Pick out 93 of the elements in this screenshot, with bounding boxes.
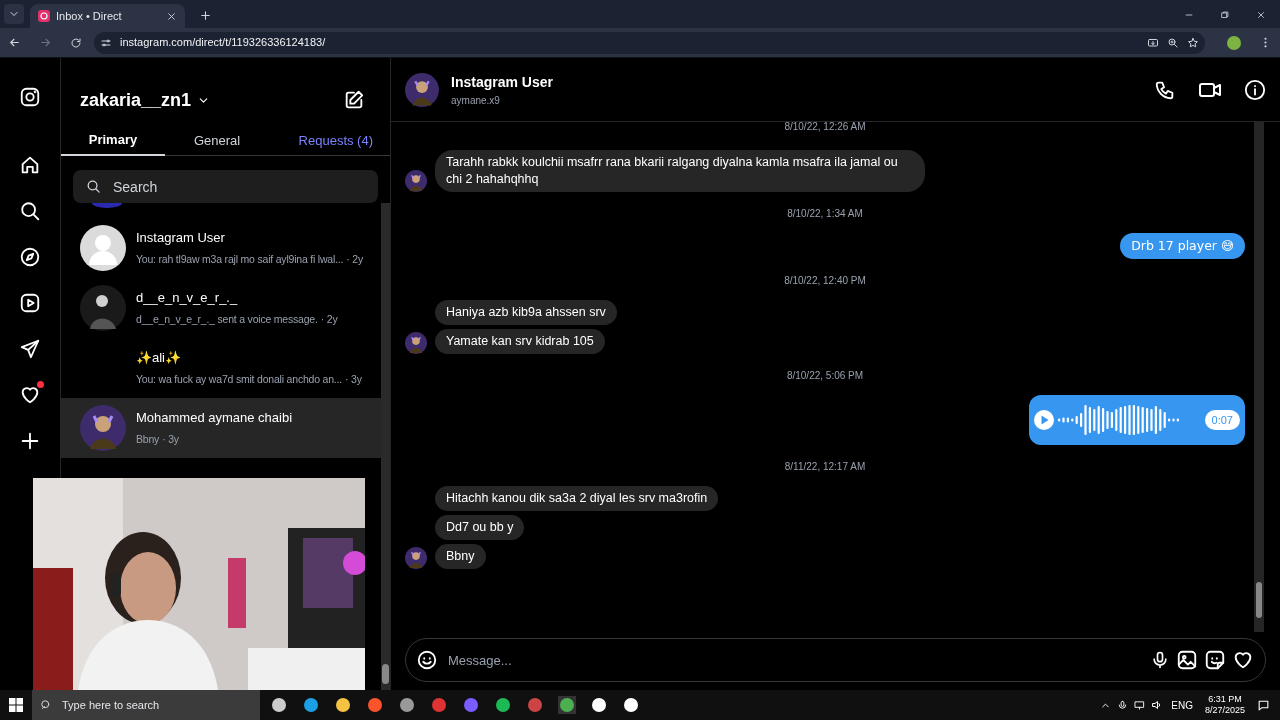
message-age: · 3y [162, 431, 179, 447]
play-icon[interactable] [1034, 410, 1054, 430]
search-placeholder: Type here to search [62, 697, 160, 713]
voice-duration: 0:07 [1204, 409, 1240, 431]
contact-handle: aymane.x9 [451, 93, 501, 108]
message-age: · 2y [320, 311, 338, 327]
forward-icon[interactable] [39, 36, 52, 49]
message-bubble: Bbny [435, 544, 486, 569]
clock-time: 6:31 PM [1208, 694, 1242, 705]
install-icon[interactable] [1147, 36, 1159, 49]
url-text: instagram.com/direct/t/119326336124183/ [120, 35, 327, 51]
search-icon[interactable] [19, 200, 41, 222]
app-icon[interactable] [526, 696, 544, 714]
sticker-icon[interactable] [1204, 649, 1226, 671]
message-age: · 2y [346, 251, 363, 267]
message-bubble: Tarahh rabkk koulchii msafrr rana bkarii ralgang diyalna kamla msafra ila jamal ou chi 2 hahahqhhq [435, 150, 925, 192]
zoom-icon[interactable] [1167, 36, 1179, 49]
app-icon[interactable] [462, 696, 480, 714]
message-bubble: Yamate kan srv kidrab 105 [435, 329, 605, 354]
profile-avatar-icon[interactable] [1227, 35, 1241, 50]
avatar-icon [405, 72, 439, 107]
message-bubble: Drb 17 player 😅 [1120, 233, 1245, 259]
message-bubble: Hitachh kanou dik sa3a 2 diyal les srv ma3rofin [435, 486, 719, 511]
info-icon[interactable] [1244, 78, 1266, 101]
message-field[interactable]: Message... [405, 638, 1266, 682]
tab[interactable]: General [165, 126, 269, 156]
tab[interactable]: Requests (4) [298, 126, 390, 156]
home-icon[interactable] [19, 154, 41, 176]
notifications-icon[interactable] [1257, 698, 1270, 712]
conversation-name: d__e_n_v_e_r_._ [136, 289, 239, 308]
reload-icon[interactable] [70, 36, 82, 49]
plus-icon[interactable] [19, 430, 41, 452]
clock-date: 8/27/2025 [1204, 705, 1245, 716]
emoji-icon[interactable] [416, 649, 438, 671]
conversation-name: Mohammed aymane chaibi [136, 409, 293, 428]
scrollbar[interactable] [1254, 122, 1264, 632]
windows-start-icon[interactable] [9, 698, 23, 712]
avatar-icon [80, 225, 126, 271]
back-icon[interactable] [8, 36, 21, 49]
compass-icon[interactable] [19, 246, 41, 268]
compose-icon[interactable] [343, 89, 365, 111]
message-preview: You: rah tl9aw m3a rajl mo saif ayl9ina fi lwal... [136, 251, 344, 267]
close-icon[interactable] [1256, 10, 1266, 20]
app-icon[interactable] [430, 696, 448, 714]
tab-title: Inbox • Direct [56, 8, 123, 24]
conversation-item[interactable]: d__e_n_v_e_r_._ d__e_n_v_e_r_._ sent a voice message. · 2y [61, 278, 381, 338]
contact-name: Instagram User [451, 72, 553, 92]
timestamp: 8/10/22, 12:40 PM [784, 274, 866, 288]
message-bubble: Haniya azb kib9a ahssen srv [435, 300, 617, 325]
scrollbar[interactable] [381, 203, 390, 690]
heart-icon[interactable] [1232, 649, 1254, 671]
language-indicator[interactable]: ENG [1171, 697, 1193, 713]
plus-icon[interactable] [199, 9, 212, 22]
timestamp: 8/10/22, 5:06 PM [786, 369, 864, 383]
timestamp: 8/10/22, 1:34 AM [787, 207, 863, 221]
search-field[interactable]: Search [73, 170, 378, 203]
avatar-icon [92, 203, 122, 208]
username: zakaria__zn1 [80, 88, 192, 112]
conversation-item[interactable]: Mohammed aymane chaibi Bbny · 3y [61, 398, 381, 458]
message-bubble: Dd7 ou bb y [435, 515, 525, 540]
reels-icon[interactable] [19, 292, 41, 314]
timestamp: 8/11/22, 12:17 AM [784, 460, 866, 474]
conversation-name: Instagram User [136, 229, 226, 248]
account-switcher[interactable]: zakaria__zn1 [80, 86, 211, 114]
message-preview: You: wa fuck ay wa7d smit donali anchdo an... [136, 371, 342, 387]
microphone-icon[interactable] [1117, 699, 1129, 711]
timestamp: 8/10/22, 12:26 AM [784, 122, 866, 134]
search-icon[interactable] [40, 699, 52, 711]
microphone-icon[interactable] [1150, 650, 1170, 670]
conversation-item[interactable]: ✨ali✨ You: wa fuck ay wa7d smit donali anchdo an... · 3y [61, 338, 381, 398]
conversation-item[interactable]: Instagram User You: rah tl9aw m3a rajl mo saif ayl9ina fi lwal... · 2y [61, 218, 381, 278]
address-bar[interactable]: instagram.com/direct/t/119326336124183/ [94, 31, 1205, 54]
star-icon[interactable] [1187, 36, 1199, 49]
app-icon[interactable] [398, 696, 416, 714]
heart-icon[interactable] [19, 384, 41, 406]
conversation-name: ✨ali✨ [136, 349, 182, 368]
instagram-icon [38, 10, 50, 22]
avatar-icon [80, 405, 126, 451]
message-preview: Bbny [136, 431, 160, 447]
send-icon[interactable] [19, 338, 41, 360]
close-icon[interactable] [166, 10, 177, 22]
restore-icon[interactable] [1220, 10, 1230, 20]
search-icon[interactable] [86, 179, 101, 194]
image-icon[interactable] [1176, 649, 1198, 671]
message-age: · 3y [345, 371, 362, 387]
browser-tab[interactable]: Inbox • Direct [30, 4, 185, 28]
message-preview: d__e_n_v_e_r_._ sent a voice message. [136, 311, 318, 327]
taskbar-search-field[interactable]: Type here to search [32, 690, 260, 720]
avatar-icon [80, 285, 126, 331]
notification-dot-icon [37, 381, 44, 388]
network-icon[interactable] [1134, 699, 1146, 711]
tab[interactable]: Primary [61, 126, 165, 156]
instagram-icon[interactable] [19, 86, 41, 108]
